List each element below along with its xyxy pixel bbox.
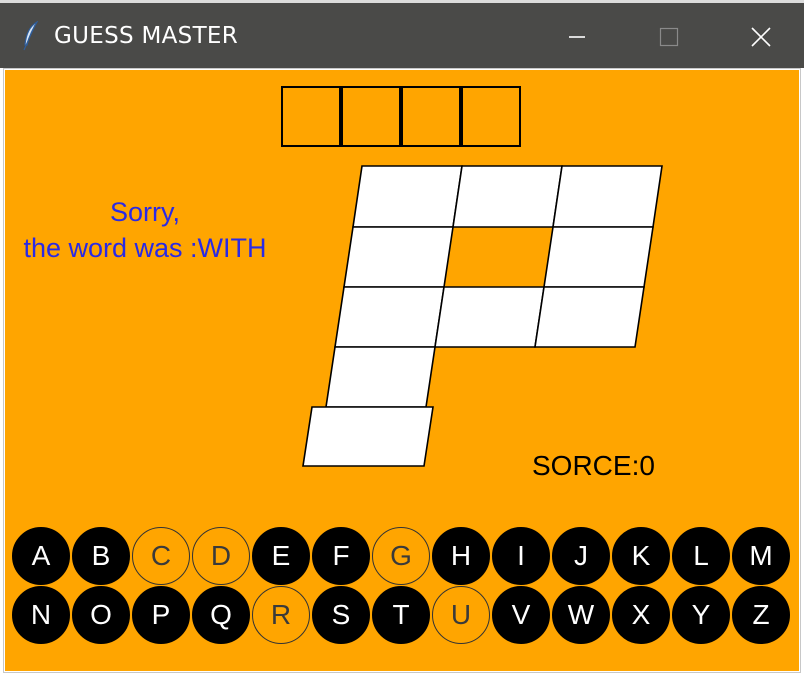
hangman-block	[543, 226, 654, 288]
score-label: SORCE:0	[532, 450, 655, 481]
letter-key-u[interactable]: U	[432, 586, 490, 644]
hangman-block	[302, 406, 434, 467]
letter-key-q[interactable]: Q	[192, 586, 250, 644]
hangman-block	[552, 165, 663, 228]
letter-key-e[interactable]: E	[252, 527, 310, 585]
hangman-block	[334, 286, 445, 348]
letter-key-a[interactable]: A	[12, 527, 70, 585]
letter-key-y[interactable]: Y	[672, 586, 730, 644]
letter-key-g[interactable]: G	[372, 527, 430, 585]
hangman-block	[534, 286, 645, 348]
letter-key-w[interactable]: W	[552, 586, 610, 644]
letter-key-r[interactable]: R	[252, 586, 310, 644]
letter-key-s[interactable]: S	[312, 586, 370, 644]
letter-key-f[interactable]: F	[312, 527, 370, 585]
letter-key-b[interactable]: B	[72, 527, 130, 585]
letter-key-p[interactable]: P	[132, 586, 190, 644]
letter-key-h[interactable]: H	[432, 527, 490, 585]
letter-key-l[interactable]: L	[672, 527, 730, 585]
hangman-block	[343, 226, 454, 288]
letter-key-c[interactable]: C	[132, 527, 190, 585]
letter-key-j[interactable]: J	[552, 527, 610, 585]
hangman-block	[452, 165, 563, 228]
letter-key-d[interactable]: D	[192, 527, 250, 585]
letter-key-x[interactable]: X	[612, 586, 670, 644]
letter-key-v[interactable]: V	[492, 586, 550, 644]
letter-key-o[interactable]: O	[72, 586, 130, 644]
hangman-block	[352, 165, 463, 228]
letter-key-k[interactable]: K	[612, 527, 670, 585]
letter-key-n[interactable]: N	[12, 586, 70, 644]
letter-key-m[interactable]: M	[732, 527, 790, 585]
hangman-block	[325, 346, 436, 408]
letter-key-z[interactable]: Z	[732, 586, 790, 644]
hangman-block	[434, 286, 545, 348]
letter-key-i[interactable]: I	[492, 527, 550, 585]
letter-key-t[interactable]: T	[372, 586, 430, 644]
